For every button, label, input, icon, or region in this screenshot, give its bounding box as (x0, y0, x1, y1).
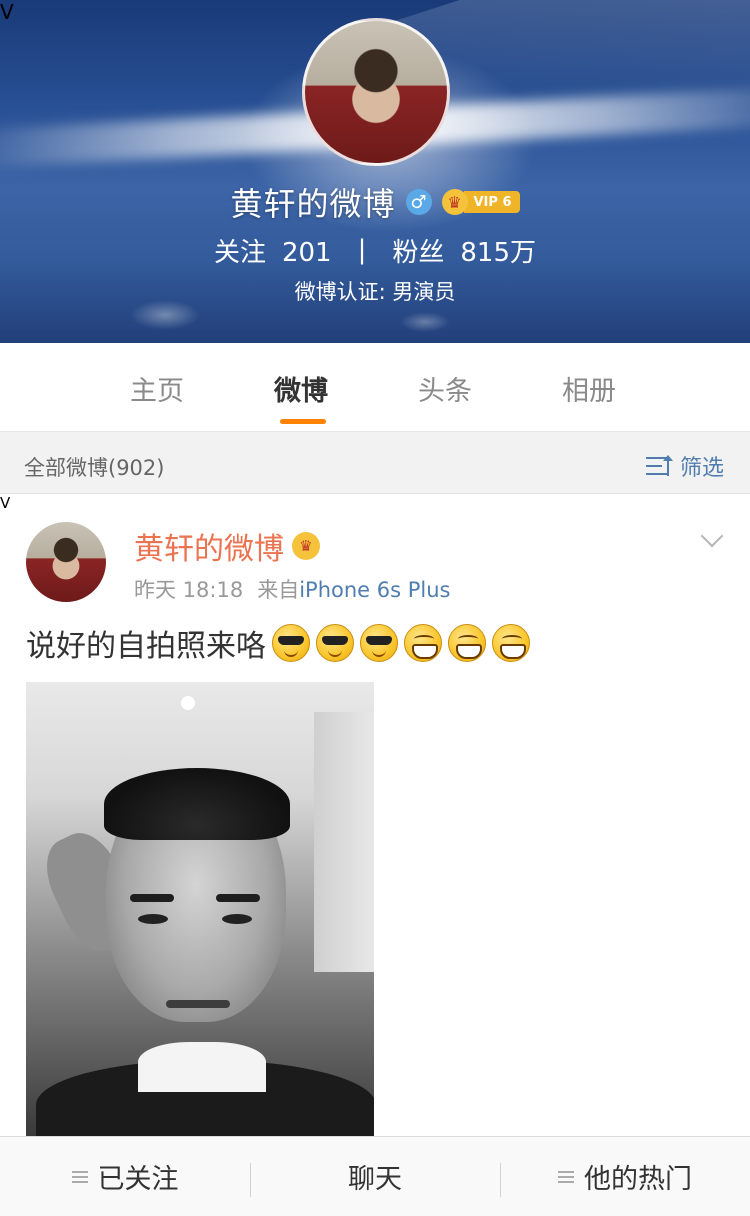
tab-weibo[interactable]: 微博 (274, 369, 328, 408)
fans-label: 粉丝 (392, 237, 445, 268)
post-meta: 昨天 18:18 来自iPhone 6s Plus (134, 574, 451, 604)
photo-mouth (166, 1000, 230, 1008)
profile-name: 黄轩的微博 (230, 185, 396, 223)
profile-avatar[interactable] (302, 18, 450, 166)
grin-emoji-icon (448, 624, 486, 662)
cool-emoji-icon (272, 624, 310, 662)
profile-stats: 关注 201 | 粉丝 815万 (0, 230, 750, 270)
filter-button[interactable]: 筛选 (645, 450, 724, 482)
hot-posts-button[interactable]: 他的热门 (500, 1137, 750, 1216)
cool-emoji-icon (360, 624, 398, 662)
active-tab-indicator (280, 419, 326, 424)
bottom-action-bar: 已关注 聊天 他的热门 (0, 1136, 750, 1216)
post-text: 说好的自拍照来咯 (26, 629, 266, 664)
profile-tabs: 主页 微博 头条 相册 (0, 343, 750, 432)
profile-cover: V 黄轩的微博 ♂ ♛ VIP 6 关注 201 | 粉丝 815万 微博认证: 男… (0, 0, 750, 343)
fans-stat[interactable]: 粉丝 815万 (392, 232, 536, 269)
post-source-prefix: 来自 (257, 578, 300, 602)
post-author-row: 黄轩的微博 ♛ (134, 524, 320, 568)
post-source-device[interactable]: iPhone 6s Plus (299, 578, 450, 602)
menu-lines-icon (71, 1170, 88, 1184)
grin-emoji-icon (492, 624, 530, 662)
verified-v-icon: V (0, 0, 14, 24)
photo-eye (222, 914, 252, 924)
tab-headlines[interactable]: 头条 (418, 369, 472, 408)
photo-wall (314, 712, 374, 972)
chat-label: 聊天 (348, 1164, 402, 1195)
follow-stat[interactable]: 关注 201 (214, 232, 332, 269)
vip-crown-icon: ♛ (292, 532, 320, 560)
vip-badge[interactable]: ♛ VIP 6 (441, 189, 520, 215)
follow-label: 关注 (213, 237, 266, 268)
tab-home[interactable]: 主页 (130, 369, 184, 408)
photo-eyebrow (130, 894, 174, 902)
post-menu-chevron-icon[interactable] (702, 528, 724, 550)
photo-ceiling-light (181, 696, 195, 710)
chat-button[interactable]: 聊天 (250, 1137, 500, 1216)
vip-level-label: VIP 6 (463, 191, 520, 213)
filter-bar: 全部微博(902) 筛选 (0, 432, 750, 494)
post-content: 说好的自拍照来咯 (26, 622, 530, 664)
tab-album[interactable]: 相册 (562, 369, 616, 408)
menu-lines-icon (558, 1170, 574, 1184)
filter-icon (645, 454, 674, 478)
weibo-post[interactable]: V 黄轩的微博 ♛ 昨天 18:18 来自iPhone 6s Plus 说好的自拍… (0, 494, 750, 1136)
fans-count: 815万 (460, 237, 537, 268)
stats-separator: | (357, 235, 367, 265)
followed-button[interactable]: 已关注 (0, 1137, 250, 1216)
post-author-avatar[interactable] (26, 522, 106, 602)
verified-v-icon: V (0, 494, 11, 512)
photo-eyebrow (216, 894, 260, 902)
male-gender-icon: ♂ (405, 189, 432, 215)
profile-name-row: 黄轩的微博 ♂ ♛ VIP 6 (0, 180, 750, 224)
grin-emoji-icon (404, 624, 442, 662)
photo-eye (138, 914, 168, 924)
verification-text: 微博认证: 男演员 (294, 280, 456, 304)
post-time: 昨天 18:18 (134, 578, 244, 602)
vip-crown-icon: ♛ (441, 189, 468, 215)
follow-count: 201 (281, 237, 332, 268)
cool-emoji-icon (316, 624, 354, 662)
cover-cloud (400, 312, 450, 332)
followed-label: 已关注 (97, 1164, 179, 1195)
photo-collar (138, 1042, 266, 1092)
weibo-count: 全部微博(902) (24, 456, 165, 480)
hot-posts-label: 他的热门 (584, 1164, 692, 1195)
filter-label: 筛选 (679, 456, 724, 481)
photo-hair (104, 768, 290, 840)
post-author-name[interactable]: 黄轩的微博 (134, 524, 284, 568)
post-photo[interactable] (26, 682, 374, 1136)
